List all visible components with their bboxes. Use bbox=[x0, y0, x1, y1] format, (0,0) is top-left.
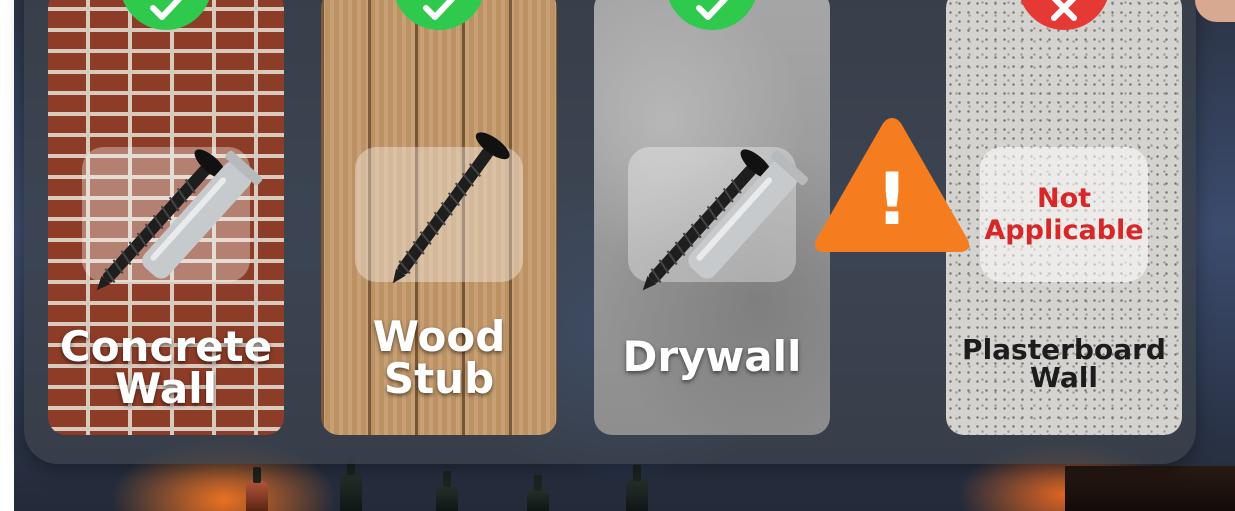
check-icon bbox=[696, 0, 728, 20]
card-label: Concrete Wall bbox=[48, 326, 284, 410]
card-label: Plasterboard Wall bbox=[946, 336, 1182, 392]
bottle bbox=[246, 467, 268, 511]
warning-triangle-icon: ! bbox=[814, 118, 970, 252]
page: Concrete Wall Wood Stub Drywall Not Appl… bbox=[0, 0, 1235, 511]
card-drywall[interactable]: Drywall bbox=[594, 0, 830, 435]
card-label: Drywall bbox=[594, 336, 830, 378]
bottle bbox=[527, 475, 549, 511]
card-label-line1: Plasterboard bbox=[962, 333, 1166, 366]
bottle bbox=[626, 465, 648, 511]
screw-and-anchor-icon bbox=[642, 149, 809, 291]
card-label-line1: Drywall bbox=[622, 332, 802, 381]
card-label-line2: Wall bbox=[1030, 361, 1098, 394]
check-icon bbox=[150, 0, 182, 20]
screw-icon bbox=[392, 132, 510, 284]
card-label-line1: Concrete bbox=[59, 322, 273, 371]
fastener-panel bbox=[82, 147, 250, 282]
bottle bbox=[340, 459, 362, 511]
shelf bbox=[1065, 466, 1235, 511]
card-label-line2: Wall bbox=[115, 364, 217, 413]
card-wood-stub[interactable]: Wood Stub bbox=[321, 0, 557, 435]
check-badge bbox=[666, 0, 758, 30]
card-label-line1: Wood bbox=[372, 312, 506, 361]
bottle bbox=[436, 471, 458, 511]
card-label-line2: Stub bbox=[383, 354, 495, 403]
not-applicable-line1: Not bbox=[1036, 183, 1092, 215]
card-concrete-wall[interactable]: Concrete Wall bbox=[48, 0, 284, 435]
check-icon bbox=[423, 0, 455, 20]
cross-icon bbox=[1051, 0, 1077, 21]
check-badge bbox=[393, 0, 485, 30]
not-applicable-line2: Applicable bbox=[984, 214, 1144, 246]
cross-badge bbox=[1018, 0, 1110, 30]
card-label: Wood Stub bbox=[321, 316, 557, 400]
check-badge bbox=[120, 0, 212, 30]
warning-symbol: ! bbox=[876, 157, 909, 241]
card-plasterboard-wall[interactable]: Not Applicable Plasterboard Wall bbox=[946, 0, 1182, 435]
not-applicable-text: Not Applicable bbox=[984, 183, 1143, 245]
screw-and-anchor-icon bbox=[96, 149, 263, 291]
not-applicable-panel: Not Applicable bbox=[980, 147, 1148, 282]
